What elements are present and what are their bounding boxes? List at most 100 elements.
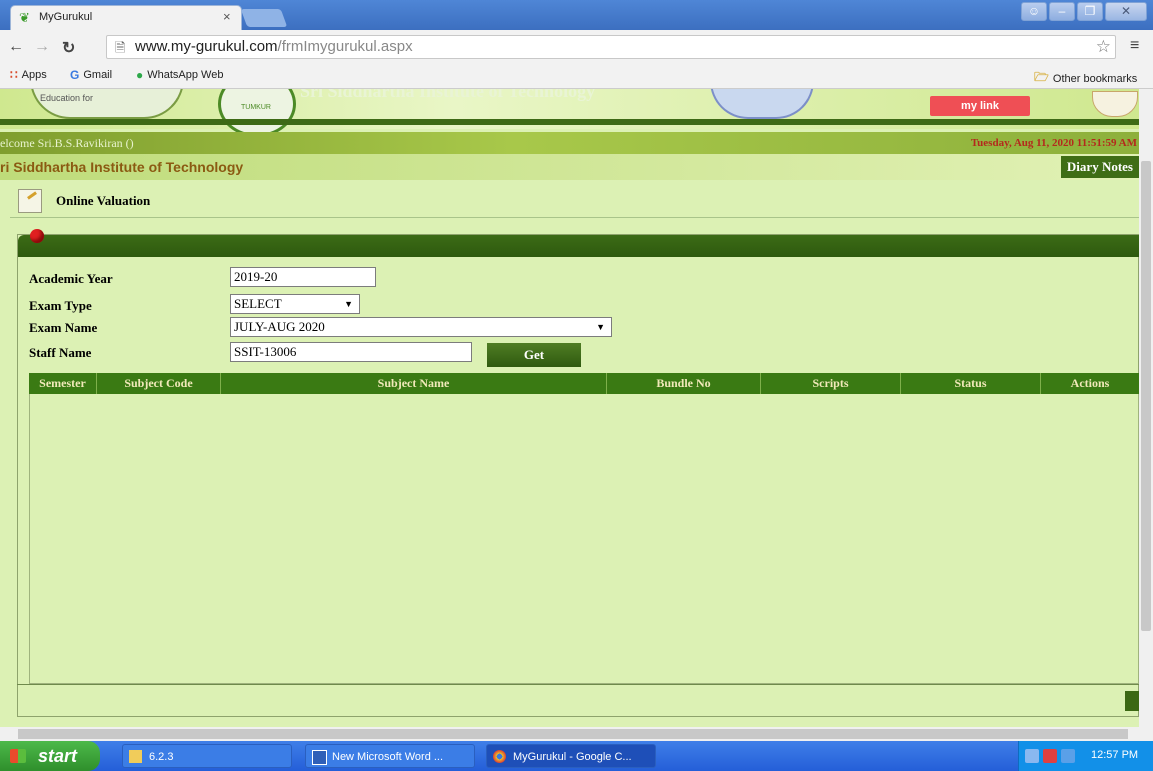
- page-icon: 🗎: [115, 40, 126, 55]
- horizontal-scroll-thumb[interactable]: [18, 729, 1128, 739]
- tray-arrow-icon[interactable]: [1025, 749, 1039, 763]
- windows-taskbar: start 6.2.3 New Microsoft Word ... MyGur…: [0, 741, 1153, 771]
- tab-title: MyGurukul: [39, 11, 93, 23]
- pushpin-icon: [30, 229, 44, 243]
- task-label: New Microsoft Word ...: [332, 751, 444, 763]
- browser-titlebar: ❦ MyGurukul × ☺ – ❐ ✕: [0, 0, 1153, 30]
- horizontal-scrollbar[interactable]: [0, 727, 1153, 741]
- partner-logo: [1092, 91, 1138, 117]
- get-button[interactable]: Get: [487, 343, 581, 367]
- col-actions[interactable]: Actions: [1041, 373, 1139, 394]
- folder-icon: 🗁: [1034, 70, 1049, 84]
- staff-name-label: Staff Name: [29, 345, 92, 360]
- exam-name-select[interactable]: JULY-AUG 2020 ▼: [230, 317, 612, 337]
- minimize-icon[interactable]: –: [1049, 2, 1075, 21]
- other-bookmarks[interactable]: 🗁 Other bookmarks: [1034, 68, 1137, 89]
- my-link-button[interactable]: my link: [930, 96, 1030, 116]
- word-icon: [312, 750, 327, 765]
- forward-arrow-icon[interactable]: →: [34, 38, 50, 56]
- page-content: Education for TUMKUR Sri Siddhartha Inst…: [0, 89, 1139, 727]
- bookmark-gmail[interactable]: G Gmail: [70, 68, 112, 82]
- bookmark-whatsapp[interactable]: ● WhatsApp Web: [136, 68, 223, 82]
- taskbar-clock: 12:57 PM: [1091, 749, 1139, 761]
- banner-headline: Sri Siddhartha Institute of Technology: [300, 89, 596, 101]
- exam-type-label: Exam Type: [29, 298, 92, 313]
- college-seal-logo: TUMKUR: [218, 89, 296, 137]
- close-window-icon[interactable]: ✕: [1105, 2, 1147, 21]
- col-subject-code[interactable]: Subject Code: [97, 373, 221, 394]
- whatsapp-icon: ●: [136, 68, 144, 82]
- dropdown-arrow-icon: ▼: [596, 322, 605, 332]
- col-subject-name[interactable]: Subject Name: [221, 373, 607, 394]
- maximize-icon[interactable]: ❐: [1077, 2, 1103, 21]
- task-word[interactable]: New Microsoft Word ...: [305, 744, 475, 768]
- vertical-scrollbar[interactable]: [1139, 89, 1153, 727]
- chrome-menu-icon[interactable]: ≡: [1130, 37, 1139, 55]
- section-divider: [10, 217, 1139, 218]
- vertical-scroll-thumb[interactable]: [1141, 161, 1151, 631]
- col-bundle-no[interactable]: Bundle No: [607, 373, 761, 394]
- new-tab-button[interactable]: [240, 9, 288, 27]
- welcome-text: elcome Sri.B.S.Ravikiran (): [0, 136, 134, 150]
- exam-type-select[interactable]: SELECT ▼: [230, 294, 360, 314]
- apps-grid-icon: ∷: [10, 68, 18, 82]
- folder-icon: [129, 750, 142, 763]
- banner-strip: [0, 119, 1139, 125]
- staff-name-input[interactable]: SSIT-13006: [230, 342, 472, 362]
- network-icon[interactable]: [1043, 749, 1057, 763]
- bookmark-apps[interactable]: ∷ Apps: [10, 68, 47, 82]
- leaf-favicon-icon: ❦: [19, 10, 30, 25]
- bookmark-label: Gmail: [83, 69, 113, 81]
- google-g-icon: G: [70, 68, 80, 82]
- tab-close-icon[interactable]: ×: [223, 9, 231, 24]
- col-semester[interactable]: Semester: [29, 373, 97, 394]
- exam-name-value: JULY-AUG 2020: [234, 319, 325, 334]
- grid-body: [29, 394, 1139, 684]
- col-status[interactable]: Status: [901, 373, 1041, 394]
- url-text: www.my-gurukul.com/frmImygurukul.aspx: [135, 38, 413, 55]
- section-title: Online Valuation: [56, 193, 151, 208]
- task-chrome[interactable]: MyGurukul - Google C...: [486, 744, 656, 768]
- exam-name-label: Exam Name: [29, 320, 98, 335]
- diary-notes-button[interactable]: Diary Notes: [1060, 156, 1139, 178]
- address-bar[interactable]: 🗎 www.my-gurukul.com/frmImygurukul.aspx …: [106, 35, 1116, 59]
- exam-type-value: SELECT: [234, 296, 282, 311]
- institute-name: ri Siddhartha Institute of Technology: [0, 159, 244, 175]
- academic-year-input[interactable]: 2019-20: [230, 267, 376, 287]
- windows-flag-icon: [10, 749, 26, 763]
- system-tray: 12:57 PM: [1018, 741, 1153, 771]
- window-controls: ☺ – ❐ ✕: [1021, 2, 1147, 21]
- reload-icon[interactable]: ↻: [62, 38, 75, 58]
- site-banner: Education for TUMKUR Sri Siddhartha Inst…: [0, 89, 1139, 137]
- notepad-icon: [18, 189, 42, 213]
- grid-header: Semester Subject Code Subject Name Bundl…: [29, 373, 1139, 394]
- panel-header: [18, 235, 1139, 257]
- panel-footer-divider: [17, 684, 1139, 685]
- institute-bar: ri Siddhartha Institute of Technology Di…: [0, 154, 1139, 180]
- bookmark-label: WhatsApp Web: [147, 69, 224, 81]
- browser-tab-mygurukul[interactable]: ❦ MyGurukul ×: [10, 5, 242, 30]
- trust-logo: [710, 89, 814, 119]
- welcome-bar: elcome Sri.B.S.Ravikiran () Tuesday, Aug…: [0, 132, 1139, 154]
- academic-year-label: Academic Year: [29, 271, 113, 286]
- back-arrow-icon[interactable]: ←: [8, 38, 24, 56]
- browser-toolbar: ← → ↻ 🗎 www.my-gurukul.com/frmImygurukul…: [0, 30, 1153, 64]
- bookmark-label: Other bookmarks: [1052, 72, 1138, 85]
- task-label: 6.2.3: [149, 751, 174, 763]
- start-label: start: [38, 746, 78, 766]
- section-header: Online Valuation: [18, 188, 150, 214]
- footer-button[interactable]: [1125, 691, 1139, 711]
- volume-icon[interactable]: [1061, 749, 1075, 763]
- col-scripts[interactable]: Scripts: [761, 373, 901, 394]
- chrome-icon: [493, 750, 506, 763]
- start-button[interactable]: start: [0, 741, 100, 771]
- dropdown-arrow-icon: ▼: [344, 299, 353, 309]
- education-logo: Education for: [30, 89, 184, 119]
- bookmark-star-icon[interactable]: ☆: [1096, 37, 1111, 57]
- user-icon[interactable]: ☺: [1021, 2, 1047, 21]
- bookmark-label: Apps: [21, 69, 47, 81]
- bookmarks-bar: ∷ Apps G Gmail ● WhatsApp Web 🗁 Other bo…: [0, 64, 1153, 89]
- date-time: Tuesday, Aug 11, 2020 11:51:59 AM: [970, 137, 1137, 149]
- task-label: MyGurukul - Google C...: [513, 751, 632, 763]
- task-folder[interactable]: 6.2.3: [122, 744, 292, 768]
